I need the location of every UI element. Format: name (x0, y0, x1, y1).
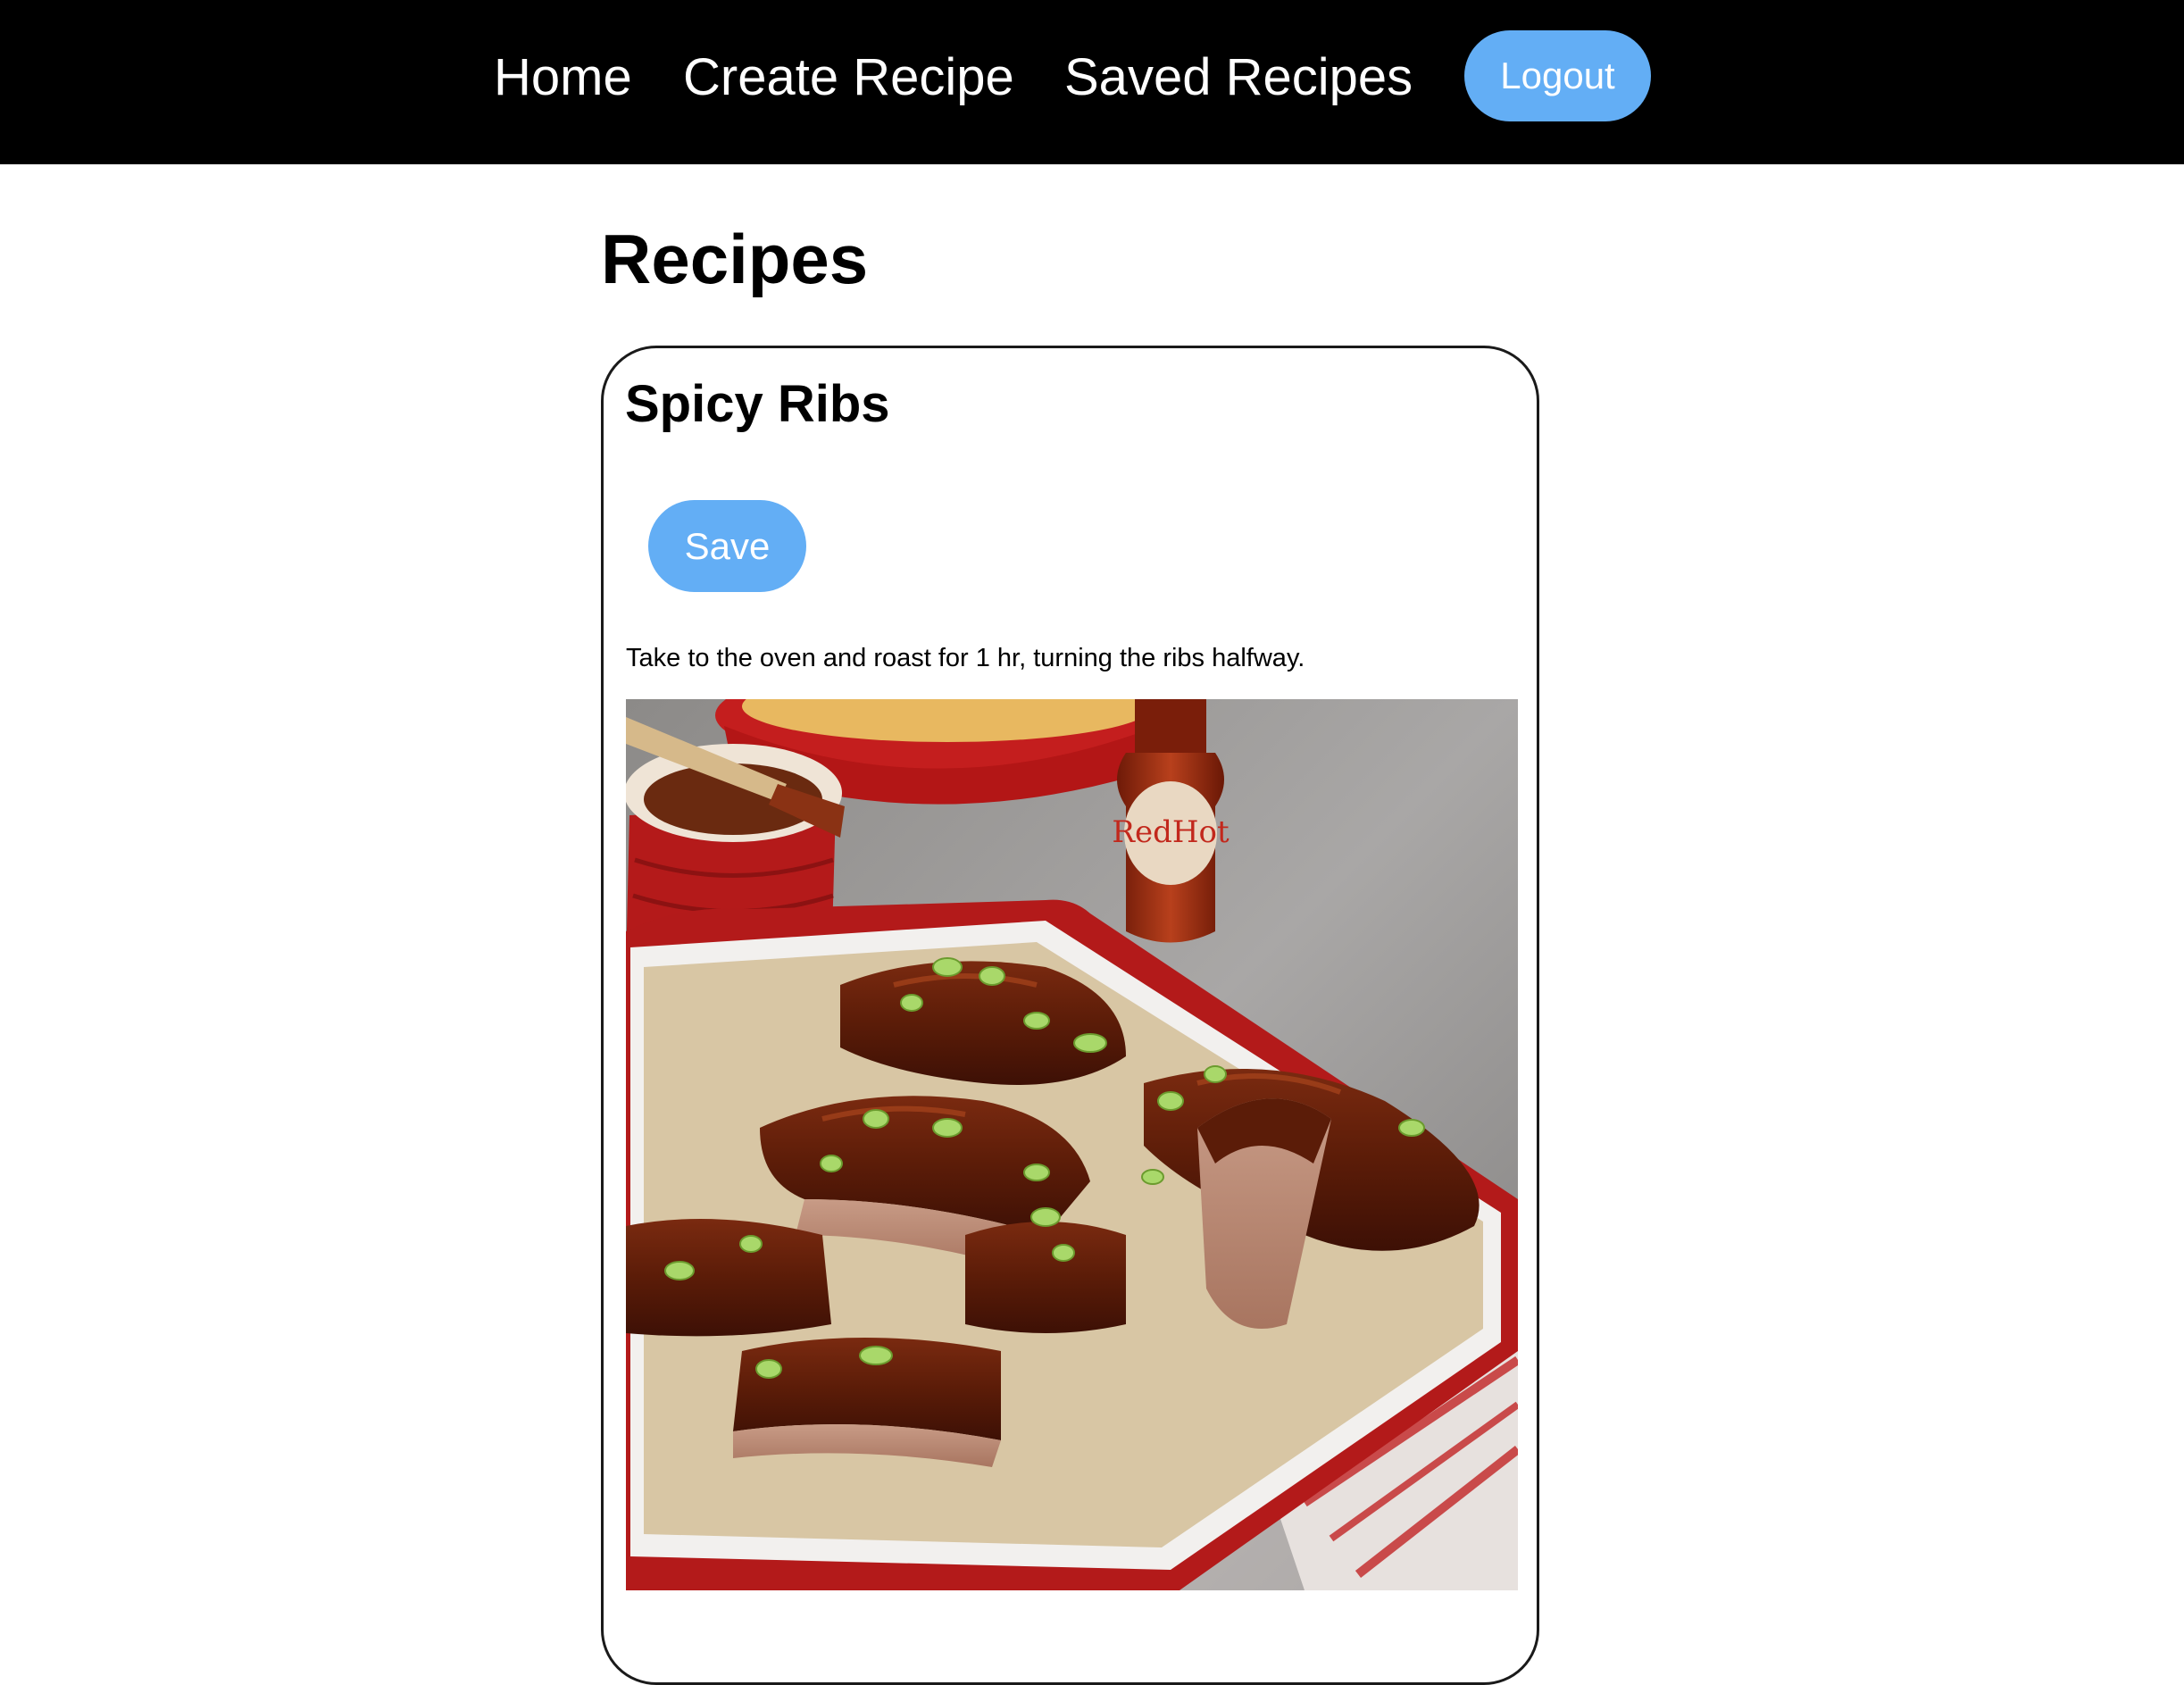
nav-link-create-recipe[interactable]: Create Recipe (683, 42, 1014, 113)
recipe-instructions: Take to the oven and roast for 1 hr, tur… (626, 644, 1305, 672)
top-navbar: Home Create Recipe Saved Recipes Logout (0, 0, 2184, 164)
recipe-title: Spicy Ribs (625, 375, 890, 433)
page-title: Recipes (601, 220, 869, 298)
nav-link-saved-recipes[interactable]: Saved Recipes (1064, 42, 1413, 113)
recipe-image: RedHot (626, 699, 1518, 1590)
bottle-label-text: RedHot (1112, 814, 1230, 850)
nav-link-home[interactable]: Home (494, 42, 632, 113)
save-recipe-button[interactable]: Save (648, 500, 806, 592)
logout-button[interactable]: Logout (1464, 30, 1651, 121)
